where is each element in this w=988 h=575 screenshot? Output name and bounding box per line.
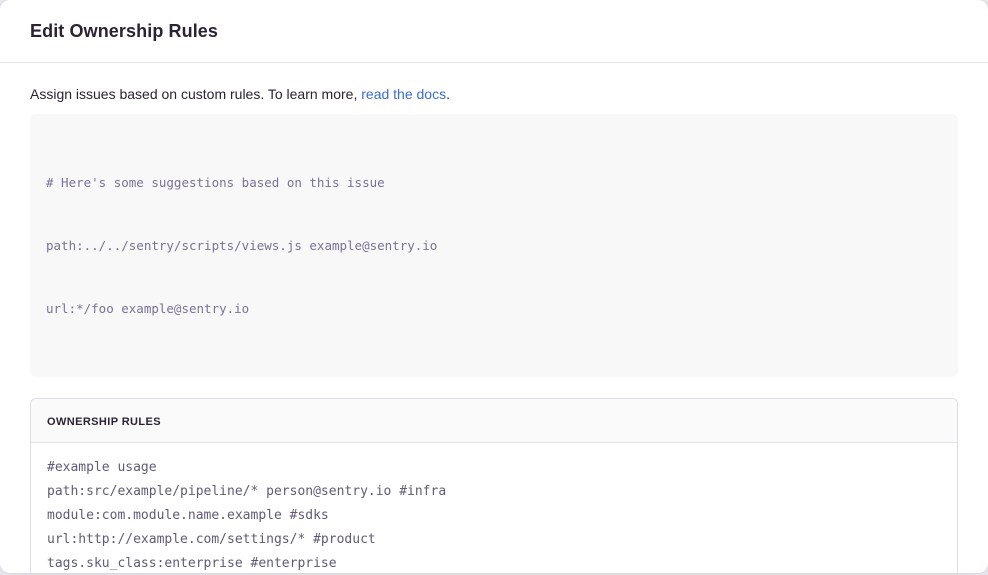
suggestion-line: # Here's some suggestions based on this …: [46, 172, 942, 193]
edit-ownership-rules-modal: Edit Ownership Rules Assign issues based…: [0, 0, 988, 573]
suggestion-line: url:*/foo example@sentry.io: [46, 298, 942, 319]
ownership-rules-panel-title: OWNERSHIP RULES: [47, 416, 161, 428]
suggestions-code-block: # Here's some suggestions based on this …: [30, 114, 958, 377]
ownership-rules-textarea[interactable]: #example usage path:src/example/pipeline…: [31, 443, 957, 573]
suggestion-line: path:../../sentry/scripts/views.js examp…: [46, 235, 942, 256]
modal-header: Edit Ownership Rules: [0, 0, 988, 63]
description-suffix: .: [446, 86, 450, 102]
description: Assign issues based on custom rules. To …: [30, 86, 958, 102]
ownership-rules-panel-header: OWNERSHIP RULES: [31, 399, 957, 443]
modal-title: Edit Ownership Rules: [30, 21, 218, 42]
read-the-docs-link[interactable]: read the docs: [361, 86, 446, 102]
description-text: Assign issues based on custom rules. To …: [30, 86, 361, 102]
ownership-rules-panel: OWNERSHIP RULES #example usage path:src/…: [30, 398, 958, 573]
modal-body: Assign issues based on custom rules. To …: [0, 63, 988, 573]
